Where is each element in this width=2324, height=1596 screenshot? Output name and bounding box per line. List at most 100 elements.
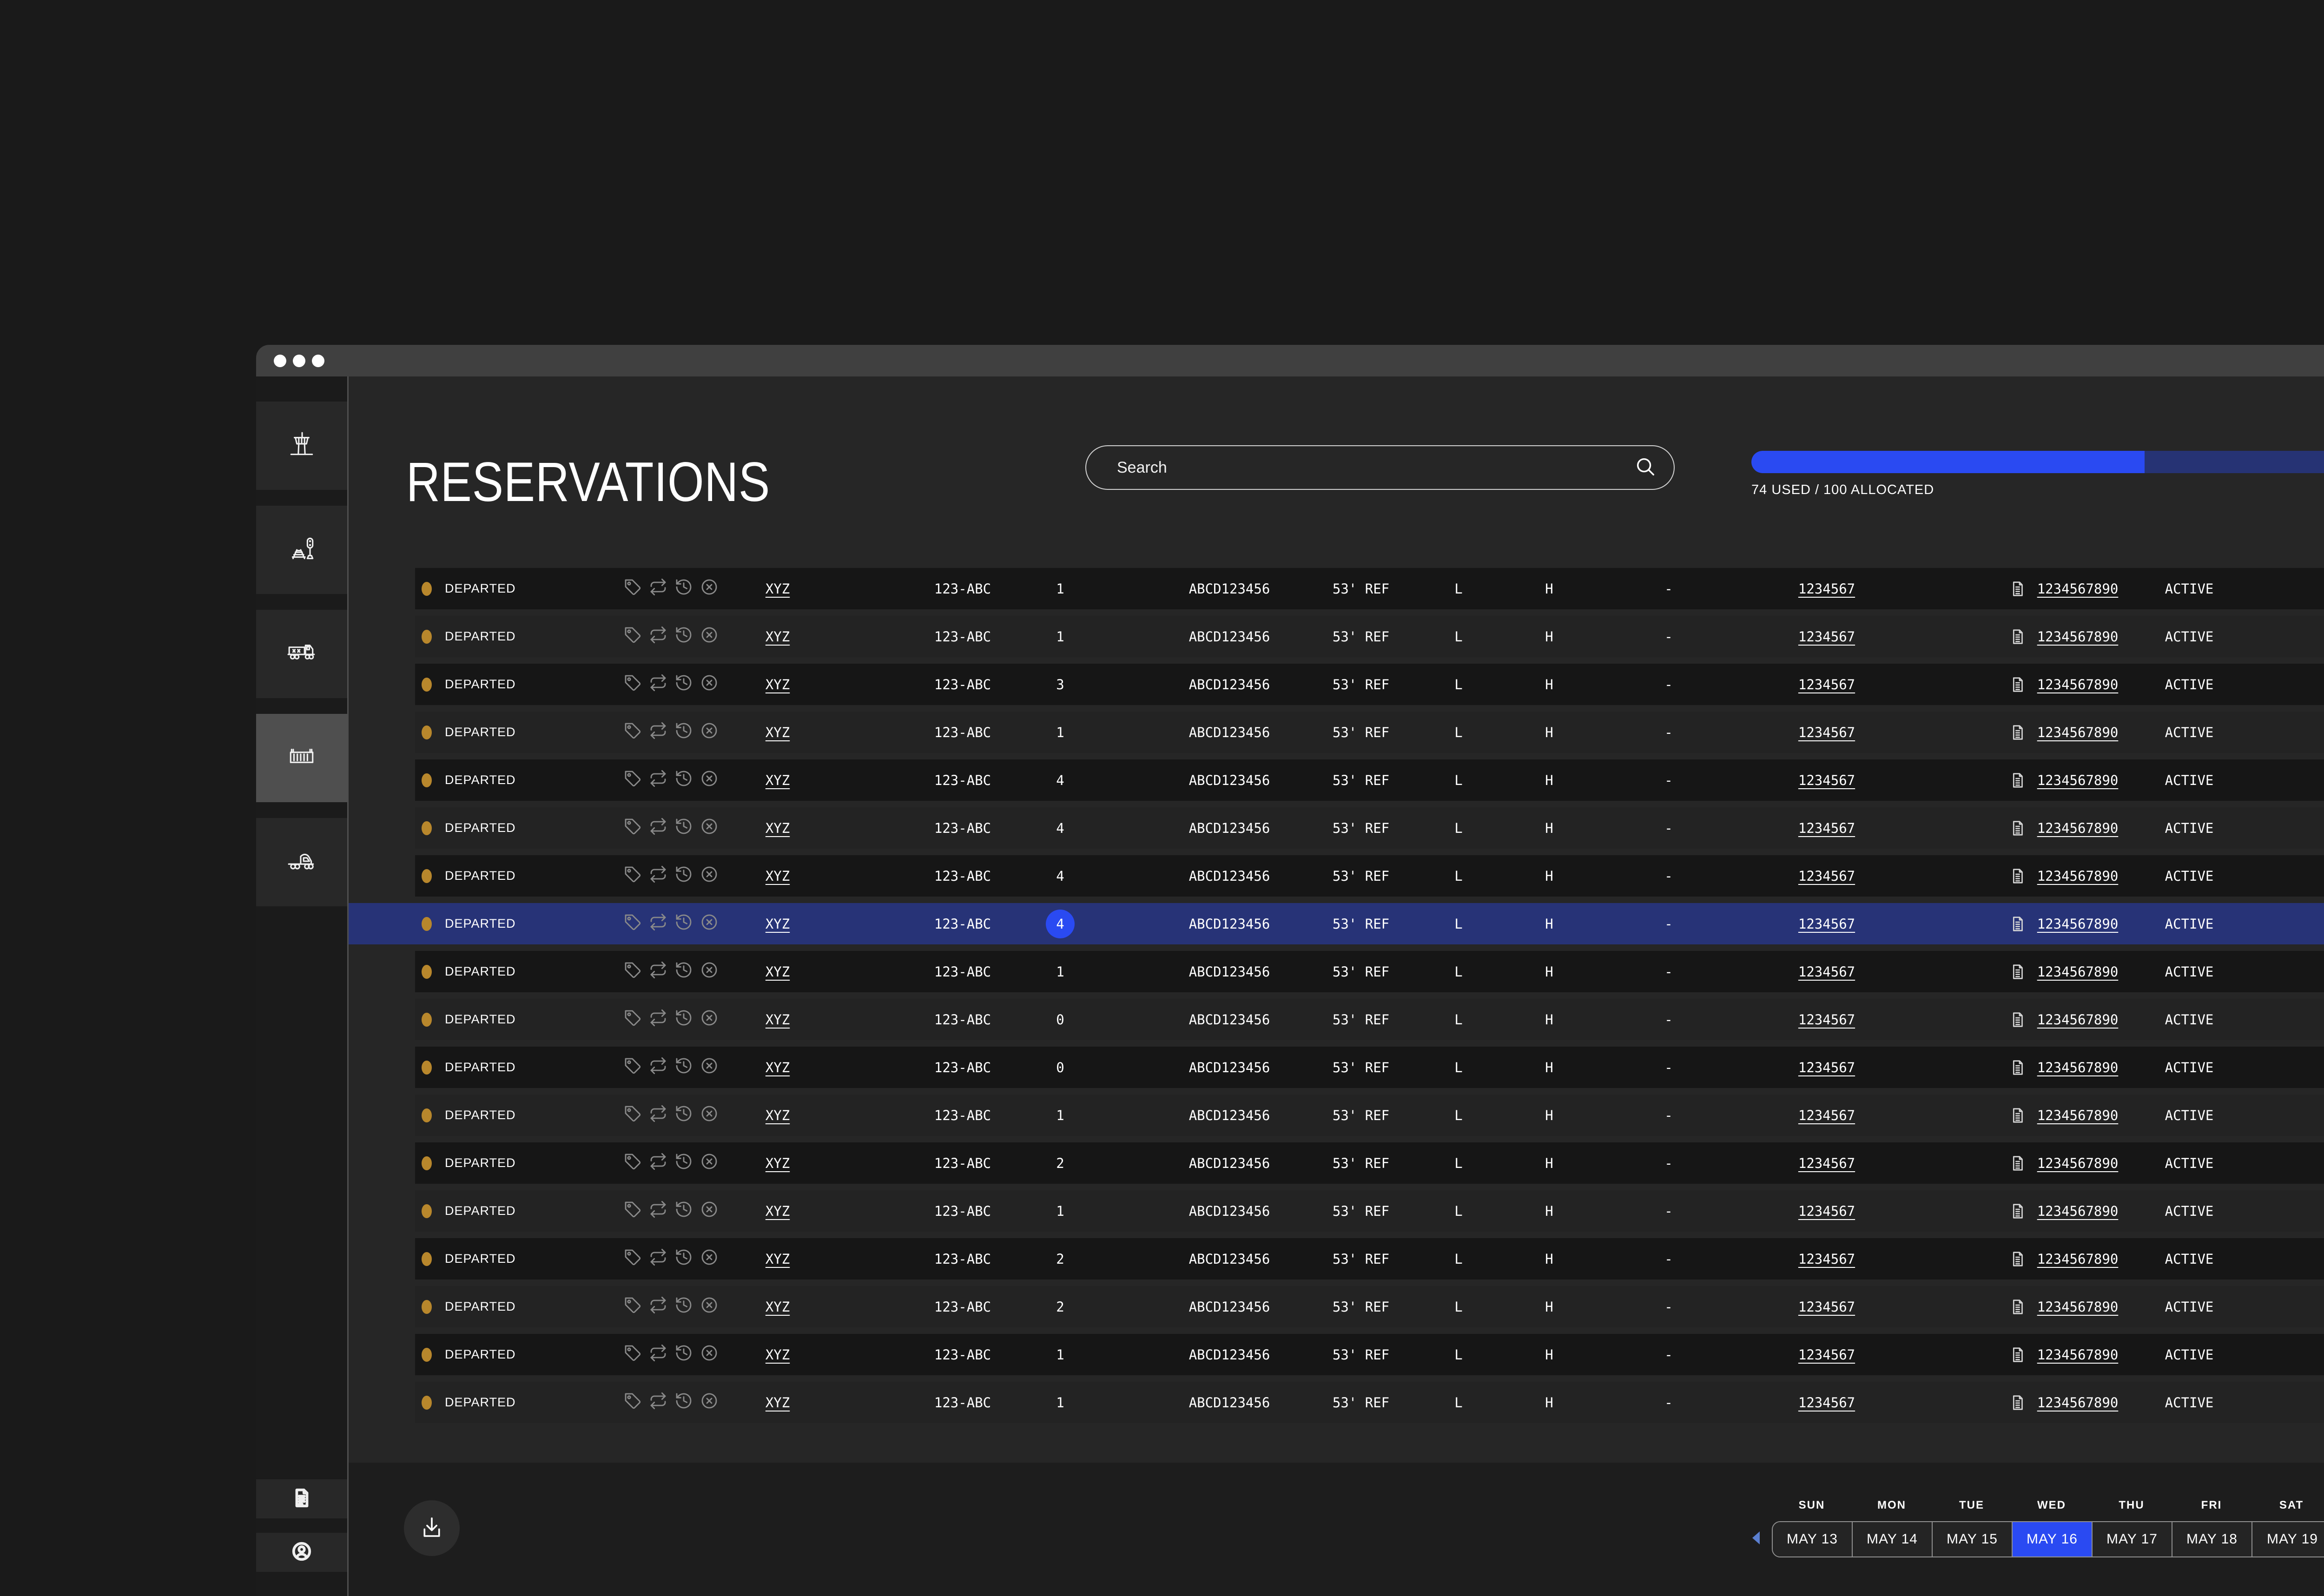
cancel-icon[interactable] [700,1392,719,1413]
document-icon[interactable] [2009,1190,2027,1232]
reservation-row[interactable]: DEPARTED [415,951,2324,992]
search-icon[interactable] [1635,456,1656,480]
cancel-icon[interactable] [700,817,719,839]
repeat-icon[interactable] [649,1392,667,1413]
repeat-icon[interactable] [649,1009,667,1030]
reservation-row[interactable]: DEPARTED [415,903,2324,944]
document-link[interactable]: 1234567890 [2037,568,2119,609]
document-icon[interactable] [2009,1047,2027,1088]
calendar-prev-button[interactable] [1750,1530,1762,1548]
sidebar-item-truck[interactable] [256,818,347,906]
booking-link[interactable]: 1234567 [1798,951,1855,992]
reservation-row[interactable]: DEPARTED [415,616,2324,657]
document-icon[interactable] [2009,1382,2027,1423]
sidebar-item-documents[interactable] [256,1479,347,1518]
document-link[interactable]: 1234567890 [2037,616,2119,657]
history-icon[interactable] [674,961,693,983]
reservation-row[interactable]: DEPARTED [415,1047,2324,1088]
calendar-date-cell[interactable]: MAY 18 [2172,1522,2252,1556]
document-link[interactable]: 1234567890 [2037,1238,2119,1279]
cancel-icon[interactable] [700,913,719,935]
document-link[interactable]: 1234567890 [2037,855,2119,897]
cancel-icon[interactable] [700,1296,719,1318]
history-icon[interactable] [674,1248,693,1270]
booking-link[interactable]: 1234567 [1798,1095,1855,1136]
document-icon[interactable] [2009,951,2027,992]
tag-icon[interactable] [623,1200,642,1222]
booking-link[interactable]: 1234567 [1798,1190,1855,1232]
history-icon[interactable] [674,673,693,695]
reservation-row[interactable]: DEPARTED [415,855,2324,897]
booking-link[interactable]: 1234567 [1798,1286,1855,1327]
cancel-icon[interactable] [700,1200,719,1222]
booking-link[interactable]: 1234567 [1798,999,1855,1040]
booking-link[interactable]: 1234567 [1798,1238,1855,1279]
tag-icon[interactable] [623,1009,642,1030]
document-link[interactable]: 1234567890 [2037,951,2119,992]
tag-icon[interactable] [623,1056,642,1078]
tag-icon[interactable] [623,1152,642,1174]
document-link[interactable]: 1234567890 [2037,1190,2119,1232]
carrier-link[interactable]: XYZ [766,1095,790,1136]
calendar-date-cell[interactable]: MAY 19 [2252,1522,2324,1556]
repeat-icon[interactable] [649,1104,667,1126]
reservation-row[interactable]: DEPARTED [415,1382,2324,1423]
cancel-icon[interactable] [700,1248,719,1270]
tag-icon[interactable] [623,865,642,887]
tag-icon[interactable] [623,817,642,839]
document-icon[interactable] [2009,664,2027,705]
cancel-icon[interactable] [700,769,719,791]
repeat-icon[interactable] [649,578,667,600]
cancel-icon[interactable] [700,1056,719,1078]
repeat-icon[interactable] [649,769,667,791]
carrier-link[interactable]: XYZ [766,1238,790,1279]
carrier-link[interactable]: XYZ [766,855,790,897]
tag-icon[interactable] [623,1104,642,1126]
carrier-link[interactable]: XYZ [766,903,790,944]
booking-link[interactable]: 1234567 [1798,1047,1855,1088]
carrier-link[interactable]: XYZ [766,1382,790,1423]
repeat-icon[interactable] [649,721,667,743]
calendar-date-cell[interactable]: MAY 15 [1933,1522,2013,1556]
download-button[interactable] [404,1500,460,1556]
history-icon[interactable] [674,1056,693,1078]
reservation-row[interactable]: DEPARTED [415,999,2324,1040]
booking-link[interactable]: 1234567 [1798,855,1855,897]
carrier-link[interactable]: XYZ [766,616,790,657]
cancel-icon[interactable] [700,673,719,695]
booking-link[interactable]: 1234567 [1798,759,1855,801]
document-link[interactable]: 1234567890 [2037,1095,2119,1136]
reservation-row[interactable]: DEPARTED [415,1095,2324,1136]
reservation-row[interactable]: DEPARTED [415,1238,2324,1279]
carrier-link[interactable]: XYZ [766,1334,790,1375]
document-link[interactable]: 1234567890 [2037,1286,2119,1327]
cancel-icon[interactable] [700,1009,719,1030]
booking-link[interactable]: 1234567 [1798,568,1855,609]
reservation-row[interactable]: DEPARTED [415,1286,2324,1327]
repeat-icon[interactable] [649,1200,667,1222]
booking-link[interactable]: 1234567 [1798,903,1855,944]
tag-icon[interactable] [623,721,642,743]
reservation-row[interactable]: DEPARTED [415,807,2324,849]
cancel-icon[interactable] [700,578,719,600]
carrier-link[interactable]: XYZ [766,759,790,801]
carrier-link[interactable]: XYZ [766,664,790,705]
repeat-icon[interactable] [649,626,667,647]
reservation-row[interactable]: DEPARTED [415,1142,2324,1184]
carrier-link[interactable]: XYZ [766,807,790,849]
reservation-row[interactable]: DEPARTED [415,1190,2324,1232]
cancel-icon[interactable] [700,865,719,887]
document-icon[interactable] [2009,999,2027,1040]
document-icon[interactable] [2009,903,2027,944]
repeat-icon[interactable] [649,865,667,887]
document-icon[interactable] [2009,1286,2027,1327]
document-icon[interactable] [2009,855,2027,897]
tag-icon[interactable] [623,961,642,983]
tag-icon[interactable] [623,1296,642,1318]
cancel-icon[interactable] [700,1152,719,1174]
document-link[interactable]: 1234567890 [2037,1047,2119,1088]
cancel-icon[interactable] [700,721,719,743]
booking-link[interactable]: 1234567 [1798,616,1855,657]
repeat-icon[interactable] [649,817,667,839]
window-control-dot[interactable] [293,355,305,367]
